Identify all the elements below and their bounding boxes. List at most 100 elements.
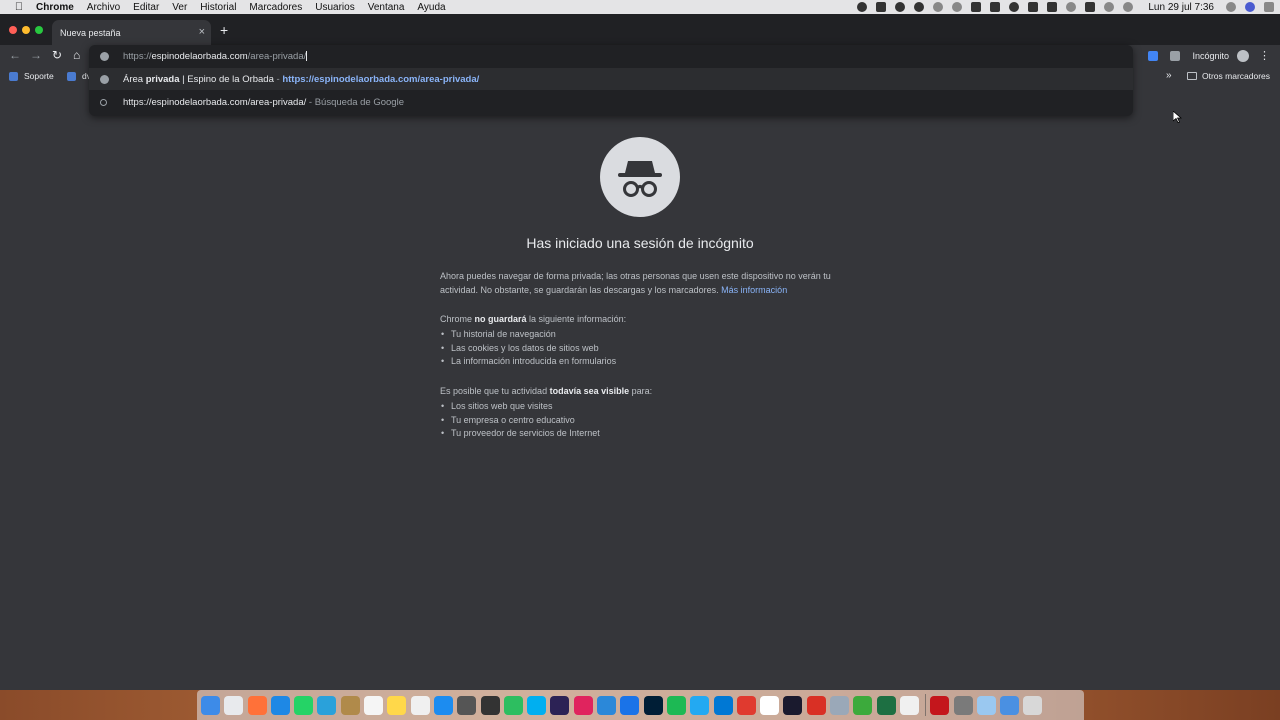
- dock-app-red-2-icon[interactable]: [806, 695, 826, 715]
- dock-vscode-icon[interactable]: [690, 695, 710, 715]
- site-info-icon[interactable]: [100, 51, 109, 61]
- dock-spotify-icon[interactable]: [666, 695, 686, 715]
- zoom-window-button[interactable]: [35, 26, 43, 34]
- status-icon-app-3[interactable]: [1009, 2, 1020, 12]
- dock-excel-icon[interactable]: [876, 695, 896, 715]
- dock-preview-icon[interactable]: [976, 695, 996, 715]
- omnibox-path: /area-privada/: [247, 50, 307, 62]
- wifi-icon[interactable]: [1104, 2, 1115, 12]
- menu-archivo[interactable]: Archivo: [87, 2, 120, 13]
- extension-camera-icon[interactable]: [1170, 50, 1181, 61]
- volume-icon[interactable]: [1123, 2, 1134, 12]
- status-icon-sync[interactable]: [933, 2, 944, 12]
- omnibox-suggestion-page[interactable]: Área privada | Espino de la Orbada - htt…: [89, 68, 1133, 90]
- dock-system-tool-icon[interactable]: [480, 695, 500, 715]
- dock-app-circle-icon[interactable]: [830, 695, 850, 715]
- bookmark-label: Otros marcadores: [1202, 71, 1271, 81]
- dock-wunderlist-icon[interactable]: [597, 695, 617, 715]
- status-icon-record[interactable]: [857, 2, 868, 12]
- suggestion-title-prefix: Área: [123, 73, 146, 85]
- menubar-clock[interactable]: Lun 29 jul 7:36: [1148, 2, 1214, 13]
- dock-eclipse-icon[interactable]: [550, 695, 570, 715]
- notification-center-icon[interactable]: [1264, 2, 1274, 12]
- profile-label[interactable]: Incógnito: [1192, 51, 1229, 61]
- bookmark-otros-marcadores[interactable]: Otros marcadores: [1187, 71, 1270, 81]
- search-separator: -: [306, 96, 315, 108]
- dock-slack-icon[interactable]: [760, 695, 780, 715]
- menu-app-name[interactable]: Chrome: [36, 2, 74, 13]
- dock-finder-icon[interactable]: [201, 695, 220, 715]
- menu-usuarios[interactable]: Usuarios: [315, 2, 354, 13]
- status-icon-app-2[interactable]: [895, 2, 906, 12]
- extension-ip-icon[interactable]: [1148, 50, 1159, 61]
- incognito-avatar-icon[interactable]: [1237, 49, 1249, 62]
- battery-icon[interactable]: [1085, 2, 1096, 12]
- menu-marcadores[interactable]: Marcadores: [249, 2, 302, 13]
- dock-notes-icon[interactable]: [387, 695, 407, 715]
- dock-app-dark-icon[interactable]: [783, 695, 803, 715]
- status-icon-dropbox[interactable]: [990, 2, 1001, 12]
- status-icon-vpn[interactable]: [952, 2, 963, 12]
- dock-photoshop-icon[interactable]: [643, 695, 663, 715]
- dock-app-store-icon[interactable]: [433, 695, 453, 715]
- dock-whatsapp-icon[interactable]: [294, 695, 314, 715]
- not-saved-post: la siguiente información:: [526, 314, 627, 324]
- dock-textedit-icon[interactable]: [410, 695, 430, 715]
- dock-downloads-icon[interactable]: [1000, 695, 1020, 715]
- dock-calendar-icon[interactable]: [364, 695, 384, 715]
- bookmark-soporte[interactable]: Soporte: [9, 71, 54, 81]
- dock-disk-utility-icon[interactable]: [457, 695, 477, 715]
- dock-evernote-icon[interactable]: [503, 695, 523, 715]
- dock-remote-app-icon[interactable]: [736, 695, 756, 715]
- status-icon-skype[interactable]: [914, 2, 925, 12]
- omnibox-suggestion-search[interactable]: https://espinodelaorbada.com/area-privad…: [89, 91, 1133, 113]
- dock-firefox-icon[interactable]: [247, 695, 267, 715]
- home-icon[interactable]: ⌂: [73, 48, 80, 62]
- dock-notes-brown-icon[interactable]: [340, 695, 360, 715]
- tab-close-icon[interactable]: ×: [199, 26, 205, 38]
- forward-arrow-icon[interactable]: →: [30, 48, 42, 62]
- menu-dots-icon[interactable]: ⋮: [1259, 49, 1270, 62]
- dock-archive-icon[interactable]: [953, 695, 973, 715]
- close-window-button[interactable]: [9, 26, 17, 34]
- dock-windows-app-icon[interactable]: [713, 695, 733, 715]
- dock-safari-icon[interactable]: [270, 695, 290, 715]
- siri-icon[interactable]: [1245, 2, 1255, 12]
- status-icon-tool[interactable]: [971, 2, 982, 12]
- suggestion-url: https://espinodelaorbada.com/area-privad…: [282, 73, 480, 85]
- menu-ayuda[interactable]: Ayuda: [417, 2, 445, 13]
- bookmark-dv[interactable]: dv: [67, 71, 91, 81]
- dock-telegram-icon[interactable]: [317, 695, 337, 715]
- status-icon-app[interactable]: [876, 2, 887, 12]
- dock-word-like-icon[interactable]: [620, 695, 640, 715]
- status-icon-app-5[interactable]: [1047, 2, 1058, 12]
- dock-trash-icon[interactable]: [1023, 695, 1043, 715]
- incognito-page: Has iniciado una sesión de incógnito Aho…: [0, 86, 1280, 690]
- back-arrow-icon[interactable]: ←: [9, 48, 21, 62]
- dock-emoji-app-icon[interactable]: [899, 695, 919, 715]
- apple-icon[interactable]: : [12, 1, 26, 13]
- status-icon-app-6[interactable]: [1066, 2, 1077, 12]
- tab-nueva-pestana[interactable]: Nueva pestaña ×: [52, 20, 211, 45]
- suggestion-title-bold: privada: [145, 73, 180, 85]
- reload-icon[interactable]: ↻: [52, 48, 62, 62]
- not-saved-heading: Chrome no guardará la siguiente informac…: [440, 312, 840, 326]
- bookmarks-overflow-icon[interactable]: »: [1166, 70, 1172, 81]
- menu-ventana[interactable]: Ventana: [368, 2, 405, 13]
- dock-chrome-icon[interactable]: [224, 695, 244, 715]
- dock-app-red-icon[interactable]: [573, 695, 593, 715]
- spotlight-icon[interactable]: [1226, 2, 1236, 12]
- list-item: Tu historial de navegación: [440, 328, 616, 342]
- new-tab-button[interactable]: +: [220, 23, 228, 37]
- dock-app-green-icon[interactable]: [853, 695, 873, 715]
- menu-editar[interactable]: Editar: [133, 2, 159, 13]
- menu-historial[interactable]: Historial: [200, 2, 236, 13]
- minimize-window-button[interactable]: [22, 26, 30, 34]
- dock-app-k-icon[interactable]: [930, 695, 950, 715]
- status-icon-app-4[interactable]: [1028, 2, 1039, 12]
- menu-ver[interactable]: Ver: [172, 2, 187, 13]
- omnibox-input[interactable]: https://espinodelaorbada.com/area-privad…: [89, 45, 1133, 67]
- learn-more-link[interactable]: Más información: [721, 285, 787, 295]
- macos-menubar:  Chrome Archivo Editar Ver Historial Ma…: [0, 0, 1280, 14]
- dock-skype-icon[interactable]: [527, 695, 547, 715]
